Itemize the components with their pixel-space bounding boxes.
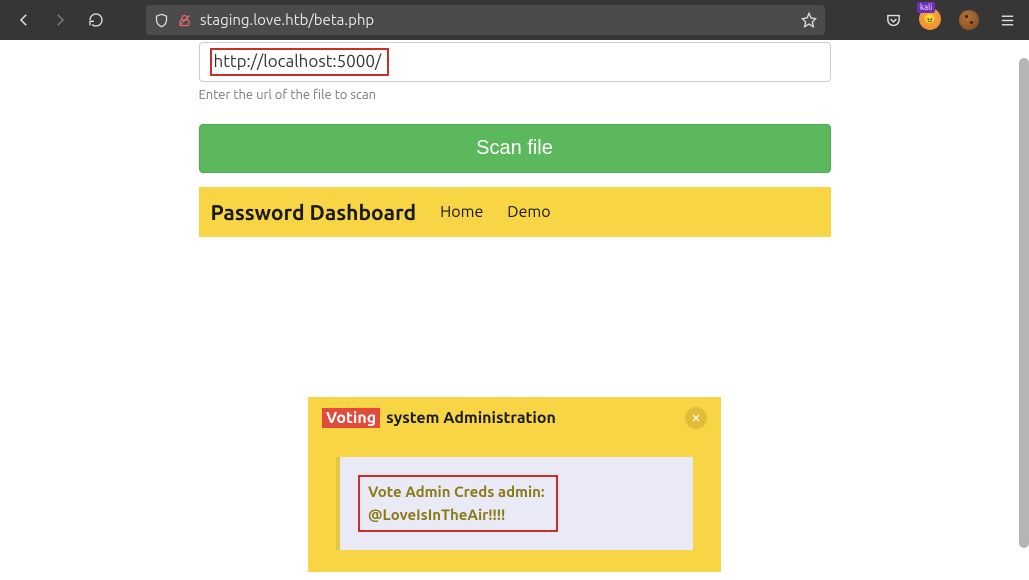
forward-button[interactable] [44,4,76,36]
dashboard-nav: Password Dashboard Home Demo [199,187,831,237]
lock-insecure-icon [177,13,192,28]
page-viewport: http://localhost:5000/ Enter the url of … [0,40,1029,580]
creds-line-1: Vote Admin Creds admin: [368,481,548,504]
close-icon[interactable] [685,407,707,429]
admin-header: Voting system Administration [308,397,721,439]
dashboard-link-home[interactable]: Home [440,203,483,221]
scrollbar-thumb[interactable] [1019,58,1029,548]
shield-icon [154,13,169,28]
cookie-extension-icon[interactable] [955,6,983,34]
url-text: staging.love.htb/beta.php [200,5,793,35]
scan-url-input[interactable]: http://localhost:5000/ [199,42,831,82]
scan-url-helper: Enter the url of the file to scan [199,88,831,102]
page-content: http://localhost:5000/ Enter the url of … [96,42,934,572]
hamburger-menu-icon[interactable] [993,6,1021,34]
admin-title-tag: Voting [322,408,380,428]
admin-title-text: system Administration [386,409,556,427]
scrollbar-track[interactable] [1015,40,1029,580]
credentials-box: Vote Admin Creds admin: @LoveIsInTheAir!… [336,457,693,550]
bookmark-star-icon[interactable] [801,12,817,28]
kali-extension-icon[interactable]: kali 😠 [917,6,945,34]
back-button[interactable] [8,4,40,36]
scan-file-button[interactable]: Scan file [199,124,831,173]
admin-title: Voting system Administration [322,408,556,428]
dashboard-link-demo[interactable]: Demo [507,203,550,221]
url-bar[interactable]: staging.love.htb/beta.php [146,5,825,35]
dashboard-title: Password Dashboard [211,200,417,224]
reload-button[interactable] [80,4,112,36]
credentials-text: Vote Admin Creds admin: @LoveIsInTheAir!… [358,475,558,532]
pocket-icon[interactable] [879,6,907,34]
scan-url-value: http://localhost:5000/ [210,48,390,76]
toolbar-right-icons: kali 😠 [879,6,1021,34]
creds-line-2: @LoveIsInTheAir!!!! [368,504,548,527]
browser-toolbar: staging.love.htb/beta.php kali 😠 [0,0,1029,40]
admin-panel: Voting system Administration Vote Admin … [308,397,721,572]
admin-body: Vote Admin Creds admin: @LoveIsInTheAir!… [308,439,721,572]
